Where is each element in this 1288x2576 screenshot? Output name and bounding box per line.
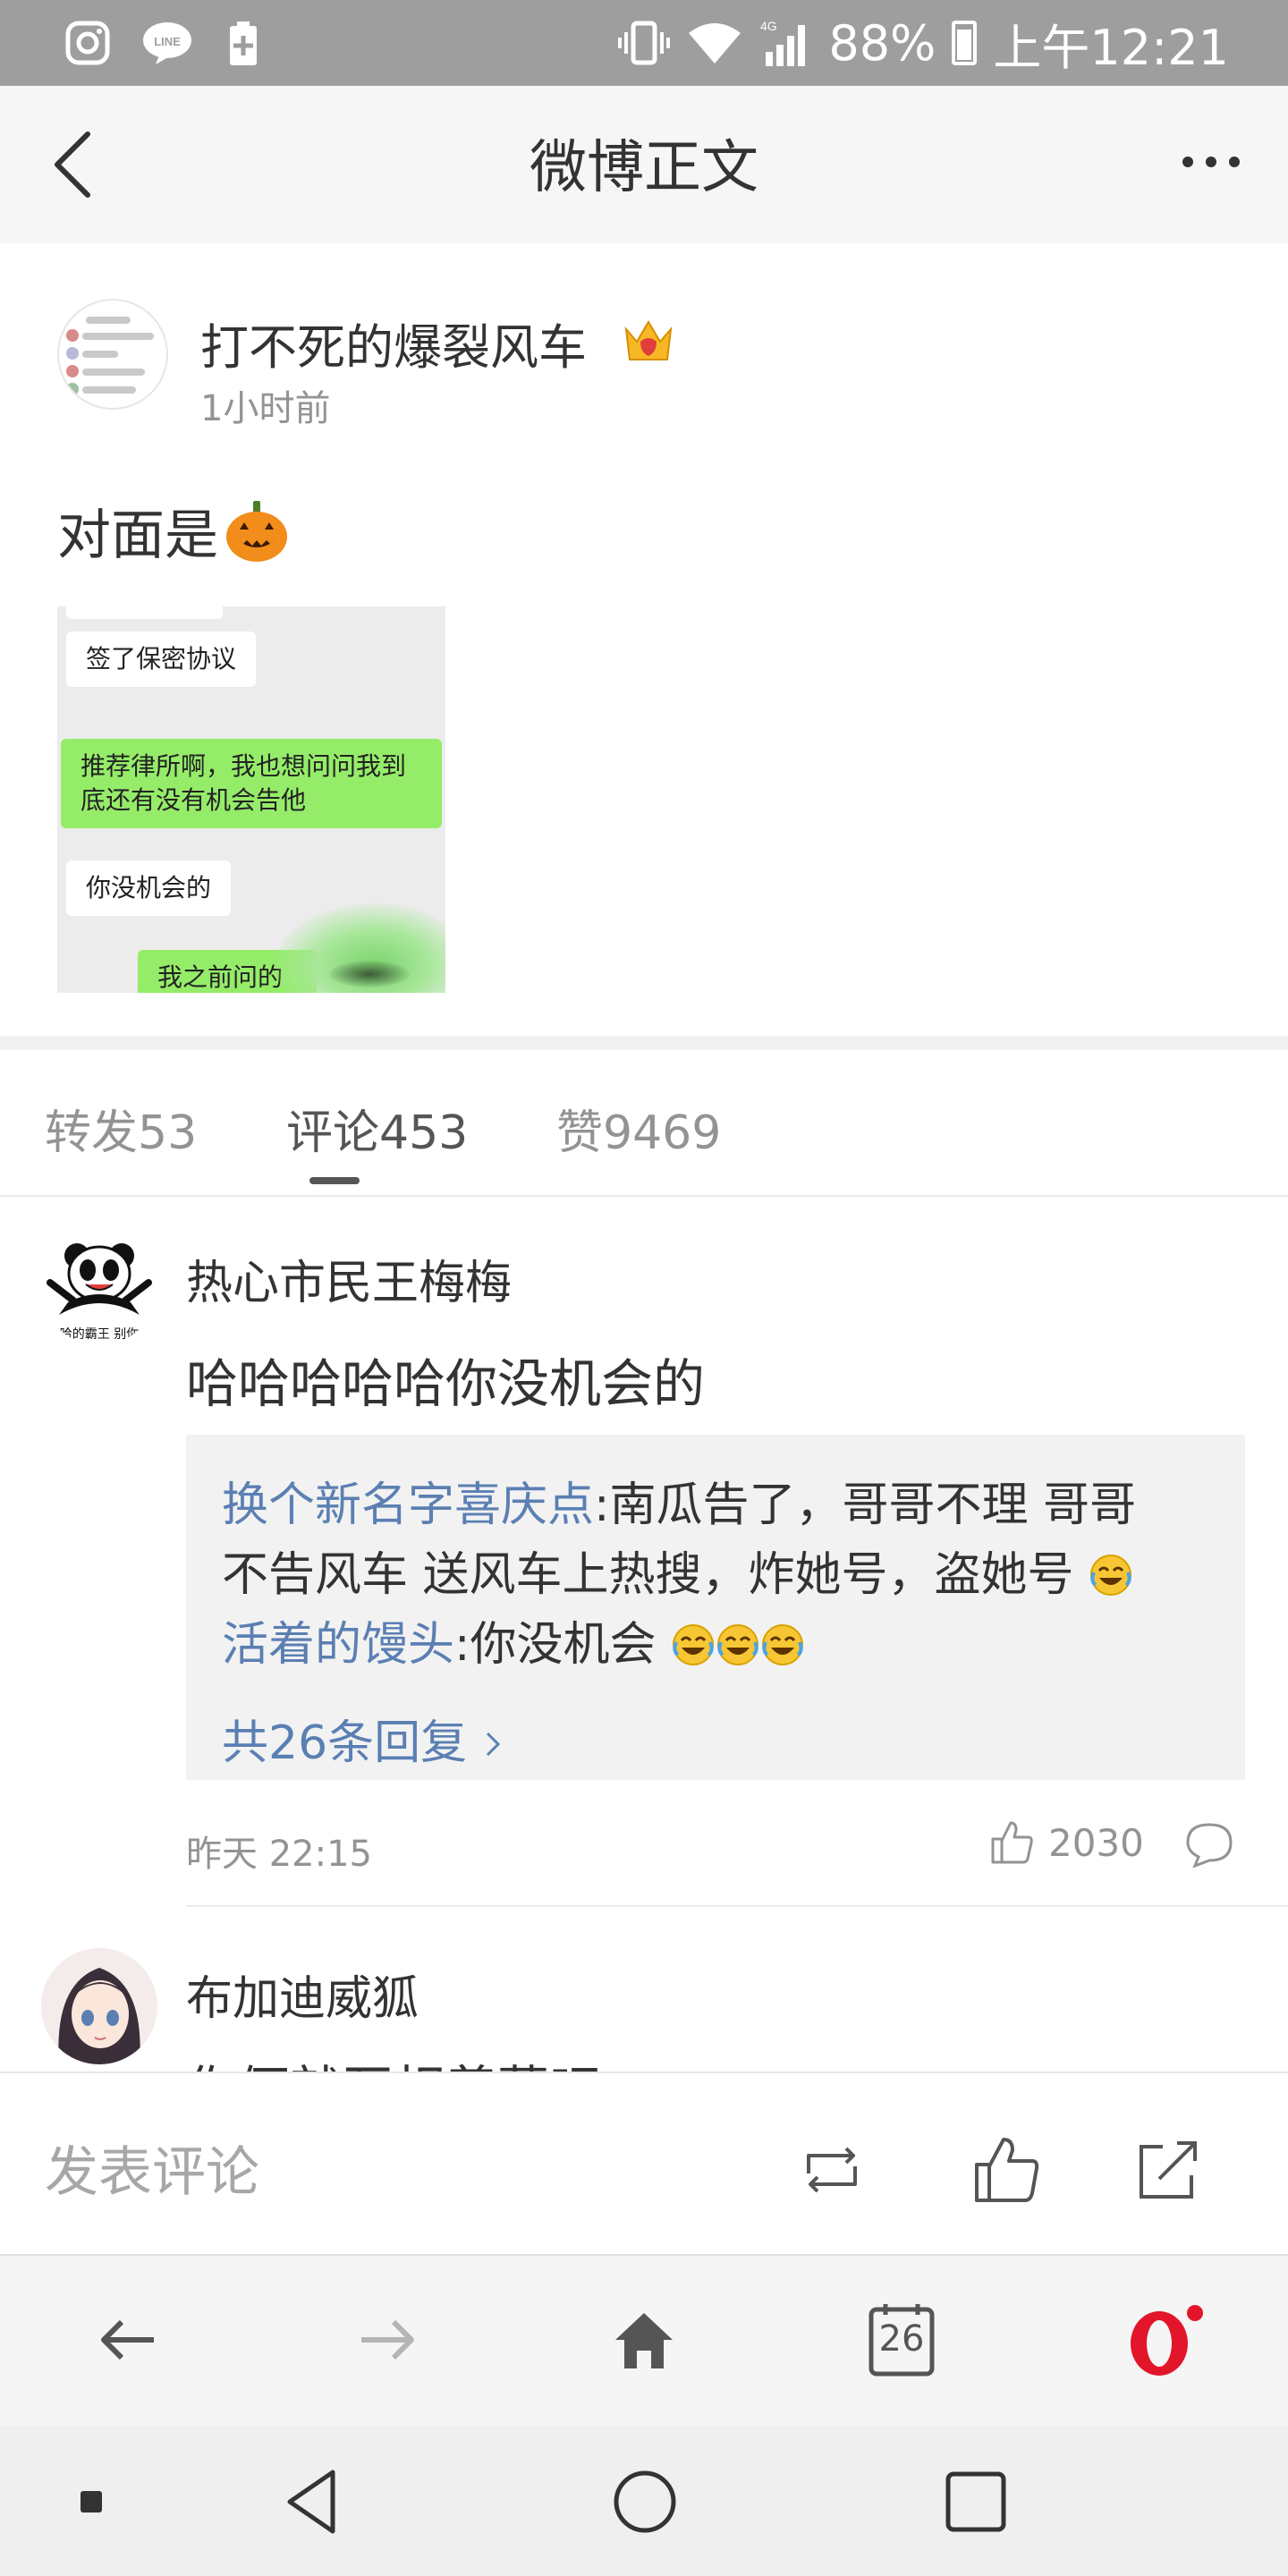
- comment-like-button[interactable]: 2030: [989, 1819, 1144, 1866]
- avatar-line: [82, 351, 118, 358]
- signal-icon: 4G: [760, 19, 806, 66]
- like-icon[interactable]: [971, 2134, 1043, 2206]
- system-nav-bar: [0, 2426, 1288, 2576]
- tab-likes[interactable]: 赞9469: [556, 1095, 721, 1162]
- comment-divider: [186, 1905, 1288, 1907]
- reply-text: :南瓜告了，哥哥不理 哥哥: [594, 1479, 1137, 1532]
- home-icon[interactable]: [606, 2302, 682, 2377]
- reply-text: :你没机会: [454, 1618, 657, 1672]
- tab-count: 26: [878, 2318, 925, 2360]
- post-username[interactable]: 打不死的爆裂风车: [200, 308, 587, 378]
- svg-text:4G: 4G: [760, 19, 777, 33]
- vibrate-icon: [618, 21, 671, 65]
- laugh-cry-emoji-icon: [1090, 1555, 1132, 1596]
- tab-bar: 转发53 评论453 赞9469: [0, 1050, 1288, 1197]
- avatar-dot: [66, 383, 79, 395]
- panda-avatar-icon: 哈的霸王 别你: [47, 1243, 152, 1342]
- chat-bubble: 签了保密协议: [66, 631, 257, 687]
- chat-bubble: 推荐律所啊，我也想问问我到底还有没有机会告他: [61, 739, 442, 828]
- post-text: 对面是: [57, 492, 290, 570]
- post-text-content: 对面是: [57, 504, 218, 567]
- comment: 哈的霸王 别你 热心市民王梅梅 哈哈哈哈哈你没机会的 换个新名字喜庆点:南瓜告了…: [0, 1199, 1288, 1914]
- reply-preview[interactable]: 换个新名字喜庆点:南瓜告了，哥哥不理 哥哥 不告风车 送风车上热搜，炸她号，盗她…: [186, 1435, 1245, 1780]
- browser-forward-icon[interactable]: [349, 2302, 424, 2377]
- reply-username[interactable]: 活着的馒头: [222, 1618, 454, 1672]
- active-tab-indicator: [309, 1177, 360, 1184]
- avatar-line: [86, 317, 131, 324]
- reply-bubble-icon[interactable]: [1184, 1819, 1234, 1869]
- chat-bubble-partial: [66, 606, 223, 619]
- blur-smudge: [329, 961, 410, 987]
- comment-text: 哈哈哈哈哈你没机会的: [186, 1353, 706, 1414]
- wifi-icon: [689, 23, 741, 64]
- comment-input[interactable]: 发表评论: [45, 2129, 259, 2207]
- system-back-icon[interactable]: [274, 2462, 354, 2542]
- thumbs-up-icon: [991, 1821, 1033, 1864]
- avatar-dot: [66, 329, 79, 342]
- opera-menu-icon[interactable]: [1120, 2302, 1209, 2377]
- comment-action-bar: 发表评论: [0, 2072, 1288, 2254]
- laugh-cry-emoji-icon: [673, 1624, 715, 1665]
- comment-time: 昨天 22:15: [186, 1834, 372, 1875]
- vip-crown-icon: [624, 320, 673, 360]
- battery-icon: [952, 21, 978, 65]
- post: 打不死的爆裂风车 1小时前 对面是 签了保密协议 推荐律所啊，我也想问问我到底还…: [0, 243, 1288, 1039]
- reply-line: 不告风车 送风车上热搜，炸她号，盗她号: [222, 1537, 1133, 1604]
- commenter-avatar[interactable]: [41, 1948, 157, 2064]
- reply-line: 换个新名字喜庆点:南瓜告了，哥哥不理 哥哥: [222, 1467, 1136, 1534]
- laugh-cry-emoji-icon: [717, 1624, 759, 1665]
- more-replies-label: 共26条回复: [222, 1716, 468, 1770]
- post-avatar[interactable]: [57, 299, 168, 410]
- jack-o-lantern-icon: [226, 500, 287, 562]
- reply-line: 活着的馒头:你没机会: [222, 1606, 805, 1674]
- like-count: 2030: [1048, 1820, 1144, 1865]
- chevron-right-icon: [486, 1732, 500, 1757]
- chat-bubble: 你没机会的: [66, 860, 232, 916]
- commenter-name[interactable]: 布加迪威狐: [186, 1961, 419, 2028]
- browser-back-icon[interactable]: [91, 2302, 166, 2377]
- battery-saver-icon: [230, 21, 257, 65]
- battery-percent: 88%: [828, 14, 936, 72]
- share-icon[interactable]: [1132, 2134, 1204, 2206]
- avatar-dot: [66, 365, 79, 377]
- tab-reposts[interactable]: 转发53: [45, 1095, 197, 1162]
- anime-avatar-icon: [41, 1948, 157, 2064]
- reply-username[interactable]: 换个新名字喜庆点: [222, 1479, 594, 1532]
- repost-icon[interactable]: [796, 2134, 868, 2206]
- top-nav: 微博正文: [0, 86, 1288, 243]
- avatar-line: [82, 386, 136, 394]
- section-divider: [0, 1036, 1288, 1050]
- laugh-cry-emoji-icon: [762, 1624, 804, 1665]
- commenter-avatar[interactable]: 哈的霸王 别你: [41, 1229, 157, 1345]
- more-options-icon[interactable]: [1175, 140, 1247, 184]
- avatar-line: [82, 369, 145, 376]
- svg-text:哈的霸王 别你: 哈的霸王 别你: [60, 1327, 139, 1342]
- line-icon: LINE: [143, 22, 191, 64]
- avatar-dot: [66, 347, 79, 360]
- system-recents-icon[interactable]: [936, 2462, 1016, 2542]
- comment-text: 你俩就互相羡慕吧: [186, 2048, 601, 2072]
- post-image[interactable]: 签了保密协议 推荐律所啊，我也想问问我到底还有没有机会告他 你没机会的 我之前问…: [57, 606, 445, 993]
- status-bar: LINE 4G 88% 上午12:21: [0, 0, 1288, 86]
- more-replies-link[interactable]: 共26条回复: [222, 1705, 504, 1772]
- tab-comments[interactable]: 评论453: [286, 1095, 468, 1162]
- post-time: 1小时前: [200, 388, 331, 429]
- comment: 布加迪威狐 你俩就互相羡慕吧: [0, 1914, 1288, 2072]
- browser-toolbar: 26: [0, 2254, 1288, 2426]
- page-title: 微博正文: [530, 135, 758, 201]
- system-home-icon[interactable]: [605, 2462, 685, 2542]
- reply-text: 不告风车 送风车上热搜，炸她号，盗她号: [222, 1548, 1074, 1602]
- commenter-name[interactable]: 热心市民王梅梅: [186, 1245, 512, 1312]
- instagram-icon: [65, 21, 110, 65]
- svg-text:LINE: LINE: [154, 35, 181, 48]
- avatar-line: [82, 333, 154, 340]
- dot-indicator-icon: [80, 2491, 102, 2512]
- status-right: 4G 88% 上午12:21: [617, 13, 1229, 76]
- clock: 上午12:21: [993, 19, 1229, 76]
